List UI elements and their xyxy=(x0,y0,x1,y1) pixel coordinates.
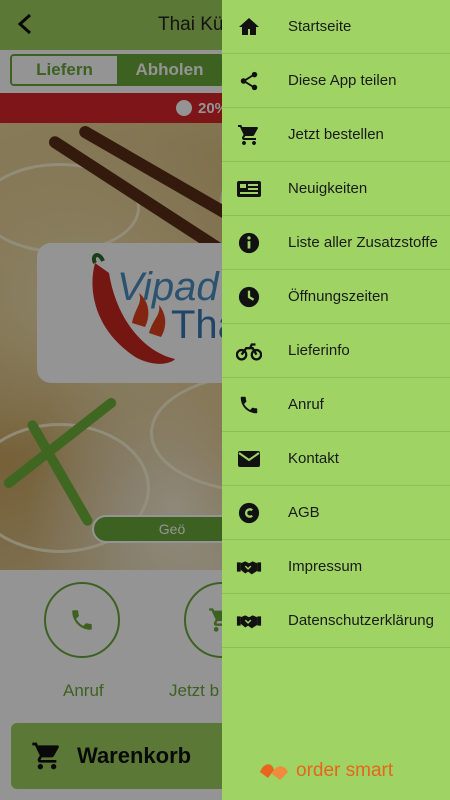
drawer-item-label: Datenschutzerklärung xyxy=(288,612,434,629)
share-icon xyxy=(236,68,262,94)
drawer-item-label: Neuigkeiten xyxy=(288,180,368,197)
home-icon xyxy=(236,14,262,40)
cart-icon xyxy=(236,122,262,148)
navigation-drawer: Startseite Diese App teilen Jetzt bestel… xyxy=(222,0,450,800)
brand-text: order smart xyxy=(296,760,394,781)
drawer-item-news[interactable]: Neuigkeiten xyxy=(222,162,450,216)
drawer-item-label: Startseite xyxy=(288,18,352,35)
drawer-item-label: Jetzt bestellen xyxy=(288,126,384,143)
drawer-item-additives[interactable]: Liste aller Zusatzstoffe xyxy=(222,216,450,270)
drawer-item-label: Impressum xyxy=(288,558,363,575)
drawer-item-label: Diese App teilen xyxy=(288,72,397,89)
drawer-item-label: Kontakt xyxy=(288,450,339,467)
phone-icon xyxy=(236,392,262,418)
drawer-item-startseite[interactable]: Startseite xyxy=(222,0,450,54)
mail-icon xyxy=(236,446,262,472)
drawer-item-label: Liste aller Zusatzstoffe xyxy=(288,234,438,251)
order-smart-logo: order smart xyxy=(258,760,393,782)
drawer-item-label: Anruf xyxy=(288,396,324,413)
motorcycle-icon xyxy=(236,338,262,364)
handshake-icon xyxy=(236,608,262,634)
handshake-icon xyxy=(236,554,262,580)
drawer-item-delivery-info[interactable]: Lieferinfo xyxy=(222,324,450,378)
drawer-item-order-now[interactable]: Jetzt bestellen xyxy=(222,108,450,162)
drawer-item-imprint[interactable]: Impressum xyxy=(222,540,450,594)
drawer-item-call[interactable]: Anruf xyxy=(222,378,450,432)
drawer-item-contact[interactable]: Kontakt xyxy=(222,432,450,486)
drawer-item-agb[interactable]: AGB xyxy=(222,486,450,540)
drawer-item-label: Lieferinfo xyxy=(288,342,350,359)
drawer-item-privacy[interactable]: Datenschutzerklärung xyxy=(222,594,450,648)
news-icon xyxy=(236,176,262,202)
order-smart-logo-icon xyxy=(260,764,288,780)
info-icon xyxy=(236,230,262,256)
copyright-icon xyxy=(236,500,262,526)
drawer-item-share[interactable]: Diese App teilen xyxy=(222,54,450,108)
drawer-item-opening-hours[interactable]: Öffnungszeiten xyxy=(222,270,450,324)
clock-icon xyxy=(236,284,262,310)
drawer-item-label: Öffnungszeiten xyxy=(288,288,389,305)
drawer-item-label: AGB xyxy=(288,504,320,521)
